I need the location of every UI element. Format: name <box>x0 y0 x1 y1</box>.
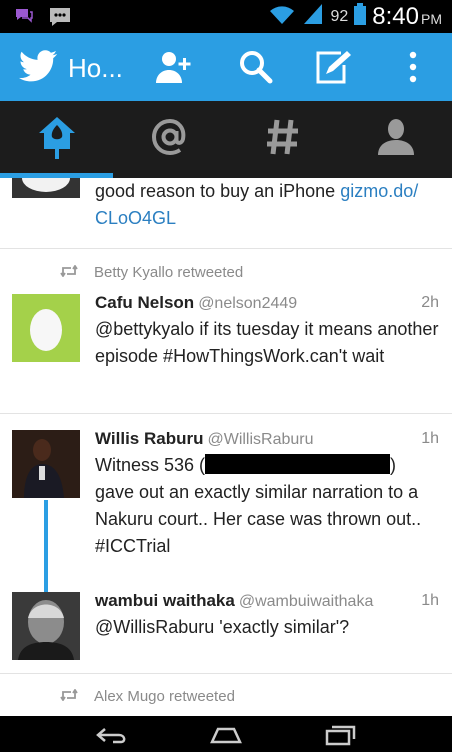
tab-me[interactable] <box>339 101 452 178</box>
tweet-author[interactable]: Willis Raburu @WillisRaburu <box>95 429 314 449</box>
author-handle: @wambuiwaithaka <box>238 593 374 610</box>
system-nav-bar <box>0 716 452 752</box>
search-button[interactable] <box>236 47 276 87</box>
message-notification-icon <box>48 6 72 33</box>
tweet-author[interactable]: wambui waithaka @wambuiwaithaka <box>95 591 373 611</box>
signal-icon <box>302 2 324 31</box>
clock: 8:40 PM <box>372 3 442 31</box>
clock-ampm: PM <box>421 10 442 27</box>
tweet-text: Witness 536 () gave out an exactly simil… <box>95 452 440 560</box>
retweet-header: Alex Mugo retweeted <box>60 688 235 705</box>
avatar[interactable] <box>12 430 80 498</box>
tweet-time: 1h <box>421 430 439 447</box>
overflow-menu-button[interactable] <box>393 47 433 87</box>
tweet-text-before: Witness 536 ( <box>95 455 206 475</box>
recent-apps-button[interactable] <box>320 722 360 748</box>
redaction-box <box>205 454 391 474</box>
home-icon <box>37 115 77 164</box>
divider <box>0 248 452 249</box>
conversation-thread-line <box>44 500 48 592</box>
avatar[interactable] <box>12 178 80 198</box>
action-bar: Ho... <box>0 33 452 101</box>
home-button[interactable] <box>206 722 246 748</box>
avatar[interactable] <box>12 294 80 362</box>
tweet-text-plain: good reason to buy an iPhone <box>95 181 341 201</box>
person-icon <box>376 117 416 162</box>
back-button[interactable] <box>92 722 132 748</box>
compose-button[interactable] <box>314 47 354 87</box>
retweeted-by: Alex Mugo retweeted <box>94 688 235 705</box>
tweet-text: @WillisRaburu 'exactly similar'? <box>95 617 350 637</box>
tab-home[interactable] <box>0 101 113 178</box>
tweet-text: @bettykyalo if its tuesday it means anot… <box>95 319 439 366</box>
tab-mentions[interactable] <box>113 101 226 178</box>
author-handle: @nelson2449 <box>198 295 298 312</box>
divider <box>0 413 452 414</box>
twitter-bird-icon[interactable] <box>18 47 58 87</box>
hashtag-icon <box>265 117 301 162</box>
retweet-header: Betty Kyallo retweeted <box>60 264 243 281</box>
author-handle: @WillisRaburu <box>207 431 314 448</box>
battery-percent: 92 <box>330 7 349 25</box>
tweet-time: 1h <box>421 592 439 609</box>
tweet-author[interactable]: Cafu Nelson @nelson2449 <box>95 293 297 313</box>
tweet-time: 2h <box>421 294 439 311</box>
tweet-text: good reason to buy an iPhone gizmo.do/CL… <box>95 178 440 232</box>
divider <box>0 673 452 674</box>
action-bar-title[interactable]: Ho... <box>68 53 123 84</box>
tab-bar <box>0 101 452 178</box>
battery-icon <box>354 2 367 31</box>
at-icon <box>150 117 190 162</box>
author-name: Willis Raburu <box>95 429 204 448</box>
timeline[interactable]: good reason to buy an iPhone gizmo.do/CL… <box>0 178 452 716</box>
author-name: wambui waithaka <box>95 591 235 610</box>
tab-discover[interactable] <box>226 101 339 178</box>
avatar[interactable] <box>12 592 80 660</box>
clock-time: 8:40 <box>372 2 419 30</box>
add-user-button[interactable] <box>153 47 193 87</box>
chat-notification-icon <box>14 6 34 33</box>
tweet-link-cont[interactable]: CLoO4GL <box>95 208 176 228</box>
status-bar: 92 8:40 PM <box>0 0 452 33</box>
tweet-link[interactable]: gizmo.do/ <box>340 181 418 201</box>
author-name: Cafu Nelson <box>95 293 195 312</box>
retweet-icon <box>60 264 78 281</box>
retweet-icon <box>60 688 78 705</box>
retweeted-by: Betty Kyallo retweeted <box>94 264 244 281</box>
wifi-icon <box>268 2 296 31</box>
